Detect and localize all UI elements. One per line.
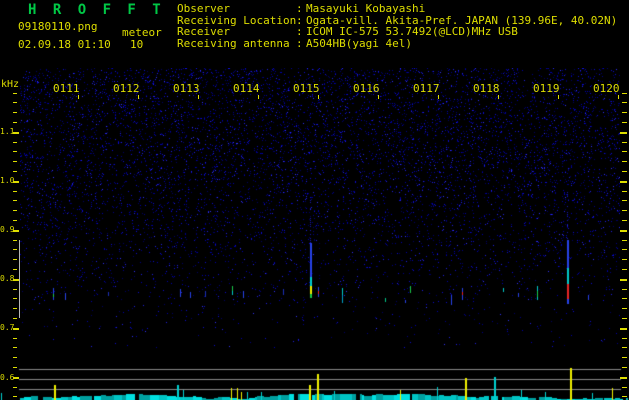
freq-minor-tick [13,220,17,221]
info-label: Receiver [177,25,230,38]
time-tick [318,95,319,99]
freq-minor-tick [13,142,17,143]
time-tick [558,95,559,99]
time-tick [378,95,379,99]
info-colon: : [296,25,303,38]
right-minor-tick [622,122,627,123]
right-major-tick [620,328,627,330]
freq-minor-tick [13,338,17,339]
right-minor-tick [622,161,627,162]
info-colon: : [296,36,303,50]
freq-minor-tick [13,200,17,201]
freq-minor-tick [13,298,17,299]
time-label: 0114 [233,82,260,95]
right-minor-tick [622,171,627,172]
right-minor-tick [622,289,627,290]
time-label: 0111 [53,82,80,95]
right-minor-tick [622,151,627,152]
right-minor-tick [622,347,627,348]
app-title: H R O F F T [28,2,165,18]
right-minor-tick [622,191,627,192]
freq-minor-tick [13,289,17,290]
count-band-line [19,240,20,318]
station-info-row: Receiving antenna: A504HB(yagi 4el) [177,36,617,50]
info-colon: : [296,2,303,15]
right-minor-tick [622,338,627,339]
freq-major-tick [13,132,19,134]
right-minor-tick [622,200,627,201]
time-tick [78,95,79,99]
right-minor-tick [622,93,627,94]
right-minor-tick [622,308,627,309]
khz-unit-label: kHz [1,79,20,90]
right-minor-tick [622,220,627,221]
right-minor-tick [622,240,627,241]
time-tick [138,95,139,99]
station-info: Observer: Masayuki Kobayashi Receiving Loc… [177,3,617,49]
right-minor-tick [622,102,627,103]
hrofft-screen: H R O F F T 09180110.png meteor 02.09.18… [0,0,629,400]
right-major-tick [620,132,627,134]
right-minor-tick [622,298,627,299]
time-label: 0115 [293,82,320,95]
freq-minor-tick [13,171,17,172]
freq-minor-tick [13,151,17,152]
time-label: 0119 [533,82,560,95]
time-label: 0113 [173,82,200,95]
freq-major-tick [13,328,19,330]
info-label: Receiving antenna [177,36,290,50]
spectrogram-canvas [20,68,620,355]
time-label: 0117 [413,82,440,95]
time-tick [198,95,199,99]
freq-minor-tick [13,240,17,241]
freq-minor-tick [13,318,17,319]
freq-minor-tick [13,112,17,113]
freq-minor-tick [13,122,17,123]
freq-minor-tick [13,249,17,250]
freq-major-tick [13,181,19,183]
right-minor-tick [622,142,627,143]
right-minor-tick [622,249,627,250]
freq-minor-tick [13,161,17,162]
freq-minor-tick [13,102,17,103]
info-value: A504HB(yagi 4el) [306,36,412,50]
output-filename: 09180110.png [18,20,98,33]
time-label: 0118 [473,82,500,95]
right-major-tick [620,230,627,232]
time-label: 0116 [353,82,380,95]
time-tick [498,95,499,99]
time-tick [438,95,439,99]
freq-minor-tick [13,347,17,348]
time-tick [618,95,619,99]
info-label: Observer [177,2,230,15]
signal-level-graph-canvas [0,355,629,400]
freq-minor-tick [13,259,17,260]
right-minor-tick [622,112,627,113]
right-minor-tick [622,318,627,319]
freq-major-tick [13,230,19,232]
right-minor-tick [622,210,627,211]
observation-datetime: 02.09.18 01:10 [18,38,111,51]
right-major-tick [620,279,627,281]
right-major-tick [620,181,627,183]
meteor-count: 10 [130,38,144,51]
time-tick [258,95,259,99]
time-label: 0120 [593,82,620,95]
freq-minor-tick [13,210,17,211]
freq-minor-tick [13,93,17,94]
freq-minor-tick [13,191,17,192]
right-minor-tick [622,259,627,260]
freq-minor-tick [13,308,17,309]
right-minor-tick [622,269,627,270]
time-label: 0112 [113,82,140,95]
freq-minor-tick [13,269,17,270]
